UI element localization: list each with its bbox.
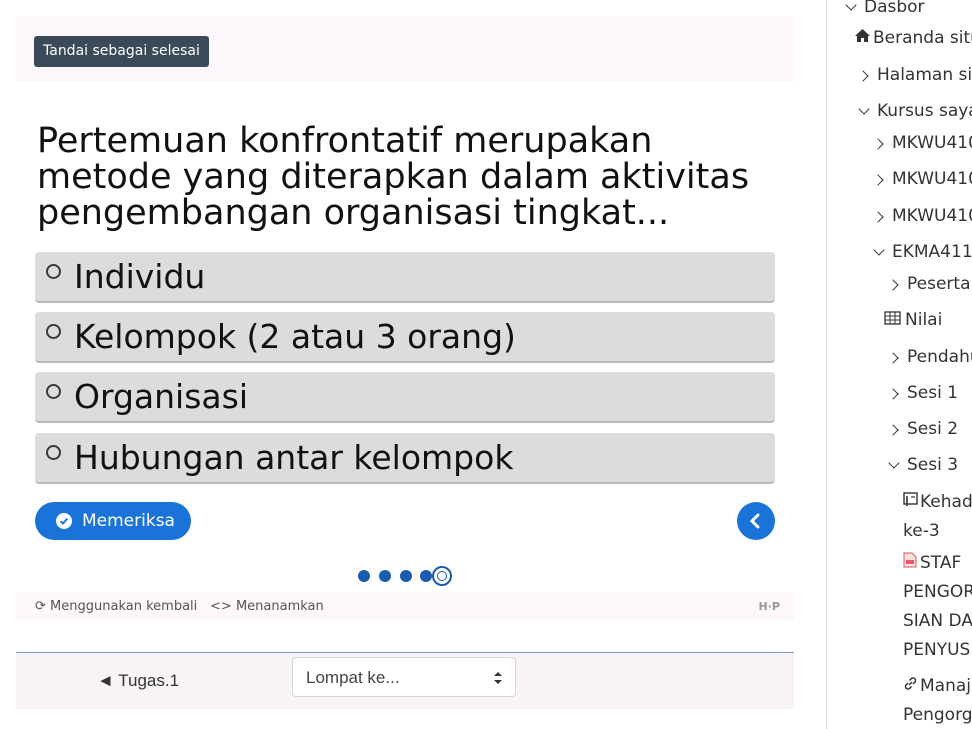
nav-item-participants[interactable]: Peserta [887, 274, 971, 294]
nav-label: MKWU4109 [892, 133, 972, 153]
home-icon [855, 29, 870, 42]
navigation-drawer: Dasbor Beranda situs Halaman situs Kursu… [827, 0, 972, 729]
progress-dot-4[interactable] [420, 570, 432, 582]
nav-label: Sesi 3 [907, 455, 959, 475]
file-icon [903, 552, 917, 568]
question-text: Pertemuan konfrontatif merupakan metode … [37, 121, 750, 233]
nav-item-site-pages[interactable]: Halaman situs [857, 65, 972, 85]
attendance-icon [903, 492, 918, 506]
nav-item-section[interactable]: Pendahuluan [887, 347, 972, 367]
nav-item-attendance[interactable]: Kehadiran ke-3 [903, 488, 972, 546]
reuse-link[interactable]: ⟳ Menggunakan kembali [35, 599, 197, 614]
radio-icon[interactable] [46, 264, 61, 279]
refresh-icon: ⟳ [35, 599, 46, 614]
nav-item-course-current[interactable]: EKMA4116 [873, 242, 972, 262]
nav-label: Beranda situs [873, 28, 972, 48]
nav-label: Peserta [907, 274, 971, 294]
jump-to-select[interactable]: Lompat ke... [292, 657, 516, 697]
nav-item-course[interactable]: MKWU4109 [872, 133, 972, 153]
radio-icon[interactable] [46, 445, 61, 460]
check-answer-label: Memeriksa [82, 511, 175, 531]
previous-slide-button[interactable] [737, 502, 775, 540]
radio-icon[interactable] [46, 324, 61, 339]
progress-dot-current[interactable] [432, 566, 452, 586]
nav-label-line2: Pengorg [903, 705, 972, 725]
answer-option-2[interactable]: Kelompok (2 atau 3 orang) [35, 312, 775, 363]
answer-option-4[interactable]: Hubungan antar kelompok [35, 433, 775, 484]
nav-item-my-courses[interactable]: Kursus saya [858, 101, 972, 121]
nav-label-line3: SIAN DA [903, 611, 972, 631]
chevron-right-icon [887, 279, 899, 291]
chevron-down-icon [858, 103, 870, 115]
nav-item-course[interactable]: MKWU4108 [872, 169, 972, 189]
progress-dot-1[interactable] [358, 570, 370, 582]
answer-label: Hubungan antar kelompok [74, 438, 514, 477]
previous-activity-link[interactable]: ◄ Tugas.1 [97, 671, 179, 691]
nav-label: Nilai [905, 310, 943, 330]
answer-option-1[interactable]: Individu [35, 252, 775, 303]
progress-dot-3[interactable] [400, 570, 412, 582]
nav-label-line2: ke-3 [903, 521, 940, 541]
nav-item-section-current[interactable]: Sesi 3 [888, 455, 959, 475]
nav-item-section[interactable]: Sesi 1 [887, 383, 959, 403]
nav-label: MKWU4108 [892, 169, 972, 189]
chevron-right-icon [872, 211, 884, 223]
h5p-actions-bar: ⟳ Menggunakan kembali <> Menanamkan H·P [16, 592, 794, 621]
answer-option-3[interactable]: Organisasi [35, 372, 775, 423]
nav-item-course[interactable]: MKWU4107 [872, 206, 972, 226]
nav-label: Sesi 1 [907, 383, 959, 403]
nav-label-line4: PENYUS [903, 640, 971, 660]
nav-item-dashboard[interactable]: Dasbor [845, 0, 925, 17]
activity-navigation: ◄ Tugas.1 Lompat ke... [16, 652, 794, 709]
jump-to-label: Lompat ke... [306, 668, 400, 687]
chevron-down-icon [873, 244, 885, 256]
chevron-down-icon [845, 0, 857, 11]
main-content: Tandai sebagai selesai Pertemuan konfron… [0, 0, 826, 729]
answer-label: Organisasi [74, 377, 248, 416]
nav-item-url[interactable]: Manaje Pengorg [903, 672, 972, 729]
nav-label: Sesi 2 [907, 419, 959, 439]
chevron-right-icon [857, 70, 869, 82]
nav-item-resource-file[interactable]: STAF PENGOR SIAN DA PENYUS [903, 549, 972, 665]
chevron-right-icon [872, 174, 884, 186]
check-circle-icon [56, 513, 72, 529]
nav-label-line2: PENGOR [903, 582, 972, 602]
chevron-right-icon [887, 388, 899, 400]
nav-label: Pendahuluan [907, 347, 972, 367]
embed-link[interactable]: <> Menanamkan [210, 599, 324, 614]
nav-label: Manaje [920, 676, 972, 696]
nav-label: Kehadiran [920, 492, 972, 512]
h5p-logo[interactable]: H·P [759, 600, 780, 613]
nav-item-site-home[interactable]: Beranda situs [854, 28, 972, 48]
reuse-label: Menggunakan kembali [50, 599, 198, 614]
nav-label: Kursus saya [877, 101, 972, 121]
h5p-question-content: Pertemuan konfrontatif merupakan metode … [16, 103, 794, 621]
chevron-right-icon [887, 424, 899, 436]
nav-label: STAF [920, 553, 962, 573]
progress-dot-2[interactable] [379, 570, 391, 582]
chevron-right-icon [872, 138, 884, 150]
nav-item-grades[interactable]: Nilai [884, 310, 942, 330]
nav-item-section[interactable]: Sesi 2 [887, 419, 959, 439]
completion-bar: Tandai sebagai selesai [16, 16, 794, 82]
chevron-left-icon [749, 513, 760, 529]
answer-label: Kelompok (2 atau 3 orang) [74, 317, 516, 356]
answer-label: Individu [74, 257, 206, 296]
link-icon [904, 677, 917, 690]
check-answer-button[interactable]: Memeriksa [35, 502, 191, 540]
embed-label: Menanamkan [235, 599, 324, 614]
nav-label: MKWU4107 [892, 206, 972, 226]
chevron-down-icon [888, 457, 900, 469]
nav-label: Halaman situs [877, 65, 972, 85]
code-icon: <> [210, 599, 232, 614]
table-icon [884, 311, 901, 325]
nav-label: EKMA4116 [892, 242, 972, 262]
mark-complete-button[interactable]: Tandai sebagai selesai [34, 36, 209, 67]
chevron-right-icon [887, 352, 899, 364]
sort-arrows-icon [494, 672, 502, 684]
nav-label: Dasbor [864, 0, 925, 17]
radio-icon[interactable] [46, 384, 61, 399]
